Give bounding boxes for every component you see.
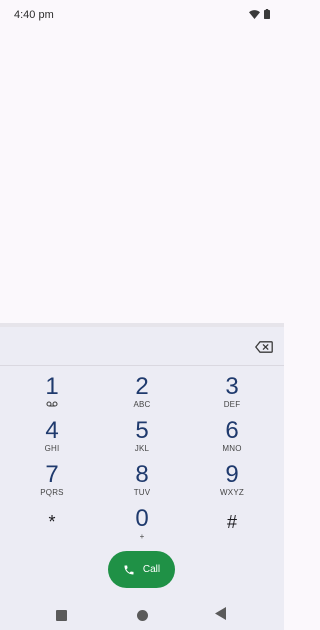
dial-key-letters: ABC — [133, 400, 151, 409]
dial-key-7[interactable]: 7 PQRS — [12, 462, 92, 506]
dial-key-star[interactable]: * — [12, 508, 92, 552]
battery-icon — [264, 9, 270, 19]
dial-key-5[interactable]: 5 JKL — [102, 418, 182, 462]
dial-key-letters: MNO — [222, 444, 242, 453]
back-triangle-icon — [215, 607, 226, 620]
backspace-button[interactable] — [254, 340, 275, 354]
back-button[interactable] — [215, 607, 226, 625]
dial-key-number: 6 — [225, 417, 239, 444]
status-bar: 4:40 pm — [0, 0, 284, 30]
dial-pad-divider — [0, 365, 284, 366]
dial-key-6[interactable]: 6 MNO — [192, 418, 272, 462]
dial-key-letters: PQRS — [40, 488, 64, 497]
navigation-bar — [0, 600, 284, 630]
home-circle-icon — [137, 610, 148, 621]
dial-key-number: 9 — [225, 461, 239, 488]
dial-key-number: 1 — [45, 373, 59, 400]
dial-key-letters: + — [139, 532, 145, 541]
dial-key-8[interactable]: 8 TUV — [102, 462, 182, 506]
dial-key-number: 3 — [225, 373, 239, 400]
status-time: 4:40 pm — [14, 9, 54, 21]
dial-key-letters: TUV — [133, 488, 151, 497]
digits-row — [0, 333, 284, 363]
dial-key-number: 0 — [135, 505, 149, 532]
dial-key-number: 4 — [45, 417, 59, 444]
dial-key-number: 7 — [45, 461, 59, 488]
dial-key-number: 8 — [135, 461, 149, 488]
dial-key-3[interactable]: 3 DEF — [192, 374, 272, 418]
dial-key-letters: JKL — [134, 444, 150, 453]
backspace-icon — [254, 341, 273, 353]
recents-button[interactable] — [56, 608, 67, 626]
dial-key-letters: WXYZ — [220, 488, 244, 497]
dial-key-9[interactable]: 9 WXYZ — [192, 462, 272, 506]
dial-key-1[interactable]: 1 — [12, 374, 92, 418]
call-label: Call — [142, 564, 161, 575]
voicemail-icon — [46, 401, 58, 407]
dial-key-0[interactable]: 0 + — [102, 506, 182, 550]
dial-key-2[interactable]: 2 ABC — [102, 374, 182, 418]
dial-key-4[interactable]: 4 GHI — [12, 418, 92, 462]
dial-key-letters: DEF — [223, 400, 241, 409]
home-button[interactable] — [137, 608, 148, 626]
digits-input[interactable] — [20, 337, 240, 359]
dial-key-number: * — [48, 512, 56, 532]
phone-icon — [124, 565, 134, 574]
dial-key-letters: GHI — [44, 444, 60, 453]
dial-pad-top-edge — [0, 323, 284, 327]
call-button[interactable]: Call — [108, 551, 175, 588]
dial-key-number: # — [226, 512, 237, 532]
recents-square-icon — [56, 610, 67, 621]
dial-key-hash[interactable]: # — [192, 508, 272, 552]
wifi-icon — [249, 9, 260, 19]
dial-key-number: 5 — [135, 417, 149, 444]
status-icons — [249, 9, 270, 19]
dial-key-number: 2 — [135, 373, 149, 400]
